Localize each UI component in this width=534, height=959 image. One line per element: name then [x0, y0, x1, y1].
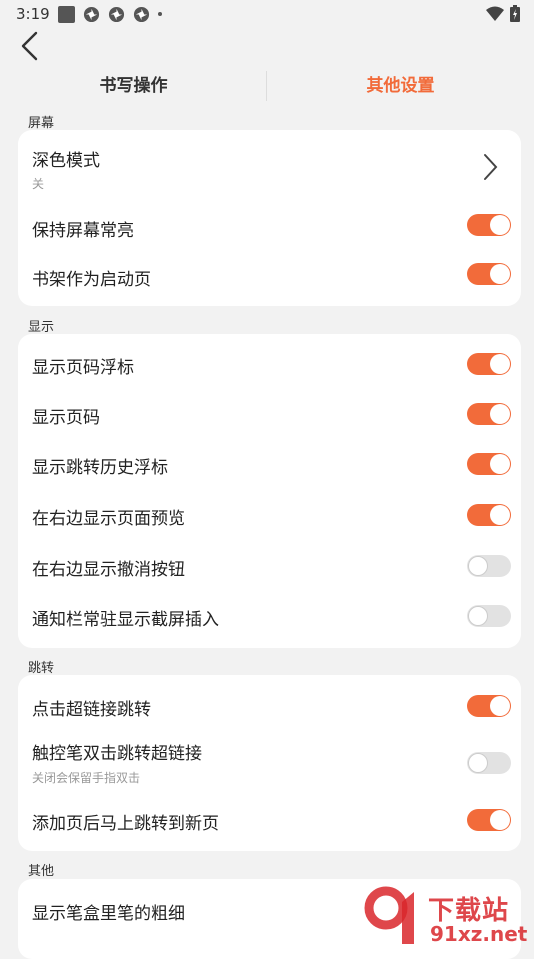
display-label: 显示跳转历史浮标 — [32, 458, 168, 478]
section-title-display: 显示 — [28, 320, 55, 335]
display-toggle[interactable] — [467, 403, 511, 425]
section-title-screen: 屏幕 — [28, 116, 55, 131]
bookshelf-start-toggle[interactable] — [467, 263, 511, 285]
jump-row: 添加页后马上跳转到新页 — [18, 795, 521, 845]
display-row: 通知栏常驻显示截屏插入 — [18, 591, 521, 641]
dark-mode-row[interactable]: 深色模式 关 — [18, 130, 521, 206]
wifi-icon — [486, 6, 504, 21]
display-row: 显示页码 — [18, 389, 521, 439]
display-toggle[interactable] — [467, 353, 511, 375]
display-toggle[interactable] — [467, 453, 511, 475]
display-settings-card: 显示页码浮标 显示页码 显示跳转历史浮标 在右边显示页面预览 在右边显示撤消按钮… — [18, 334, 521, 648]
display-row: 显示页码浮标 — [18, 339, 521, 389]
tab-other-settings[interactable]: 其他设置 — [267, 66, 534, 106]
pinwheel-icon — [83, 6, 100, 22]
status-time: 3:19 — [16, 5, 50, 23]
display-row: 显示跳转历史浮标 — [18, 439, 521, 489]
tab-writing-operations[interactable]: 书写操作 — [0, 66, 267, 106]
chevron-right-icon — [484, 154, 498, 180]
display-label: 通知栏常驻显示截屏插入 — [32, 610, 219, 630]
jump-label: 添加页后马上跳转到新页 — [32, 814, 219, 834]
app-notification-icon — [58, 5, 75, 23]
jump-toggle[interactable] — [467, 752, 511, 774]
jump-settings-card: 点击超链接跳转 触控笔双击跳转超链接 关闭会保留手指双击 添加页后马上跳转到新页 — [18, 675, 521, 851]
section-title-jump: 跳转 — [28, 661, 55, 676]
bookshelf-start-row: 书架作为启动页 — [18, 256, 521, 306]
pinwheel-icon — [133, 6, 150, 22]
display-label: 显示页码浮标 — [32, 358, 134, 378]
display-row: 在右边显示页面预览 — [18, 490, 521, 540]
dark-mode-value: 关 — [32, 177, 45, 191]
display-toggle[interactable] — [467, 605, 511, 627]
jump-sublabel: 关闭会保留手指双击 — [32, 771, 141, 785]
more-notifications-dot — [158, 12, 162, 16]
jump-label: 触控笔双击跳转超链接 — [32, 744, 202, 764]
keep-screen-on-label: 保持屏幕常亮 — [32, 221, 134, 241]
pinwheel-icon — [108, 6, 125, 22]
dark-mode-label: 深色模式 — [32, 151, 100, 171]
system-icons — [486, 5, 520, 22]
jump-label: 点击超链接跳转 — [32, 700, 151, 720]
watermark-logo-icon — [364, 886, 414, 944]
notification-icons — [58, 5, 162, 23]
display-toggle[interactable] — [467, 504, 511, 526]
jump-toggle[interactable] — [467, 695, 511, 717]
display-toggle[interactable] — [467, 555, 511, 577]
battery-icon — [510, 5, 520, 22]
jump-row: 触控笔双击跳转超链接 关闭会保留手指双击 — [18, 731, 521, 795]
status-bar: 3:19 — [0, 0, 534, 28]
keep-screen-on-toggle[interactable] — [467, 214, 511, 236]
display-label: 在右边显示撤消按钮 — [32, 560, 185, 580]
display-label: 显示页码 — [32, 408, 100, 428]
back-arrow-icon[interactable] — [16, 30, 46, 62]
section-title-other: 其他 — [28, 864, 55, 879]
display-row: 在右边显示撤消按钮 — [18, 541, 521, 591]
tab-bar: 书写操作 其他设置 — [0, 66, 534, 106]
other-label: 显示笔盒里笔的粗细 — [32, 904, 185, 924]
watermark: 下载站 91xz.net — [360, 880, 534, 950]
keep-screen-on-row: 保持屏幕常亮 — [18, 206, 521, 256]
jump-toggle[interactable] — [467, 809, 511, 831]
screen-settings-card: 深色模式 关 保持屏幕常亮 书架作为启动页 — [18, 130, 521, 306]
jump-row: 点击超链接跳转 — [18, 681, 521, 731]
watermark-url: 91xz.net — [430, 922, 528, 946]
display-label: 在右边显示页面预览 — [32, 509, 185, 529]
bookshelf-start-label: 书架作为启动页 — [32, 270, 151, 290]
